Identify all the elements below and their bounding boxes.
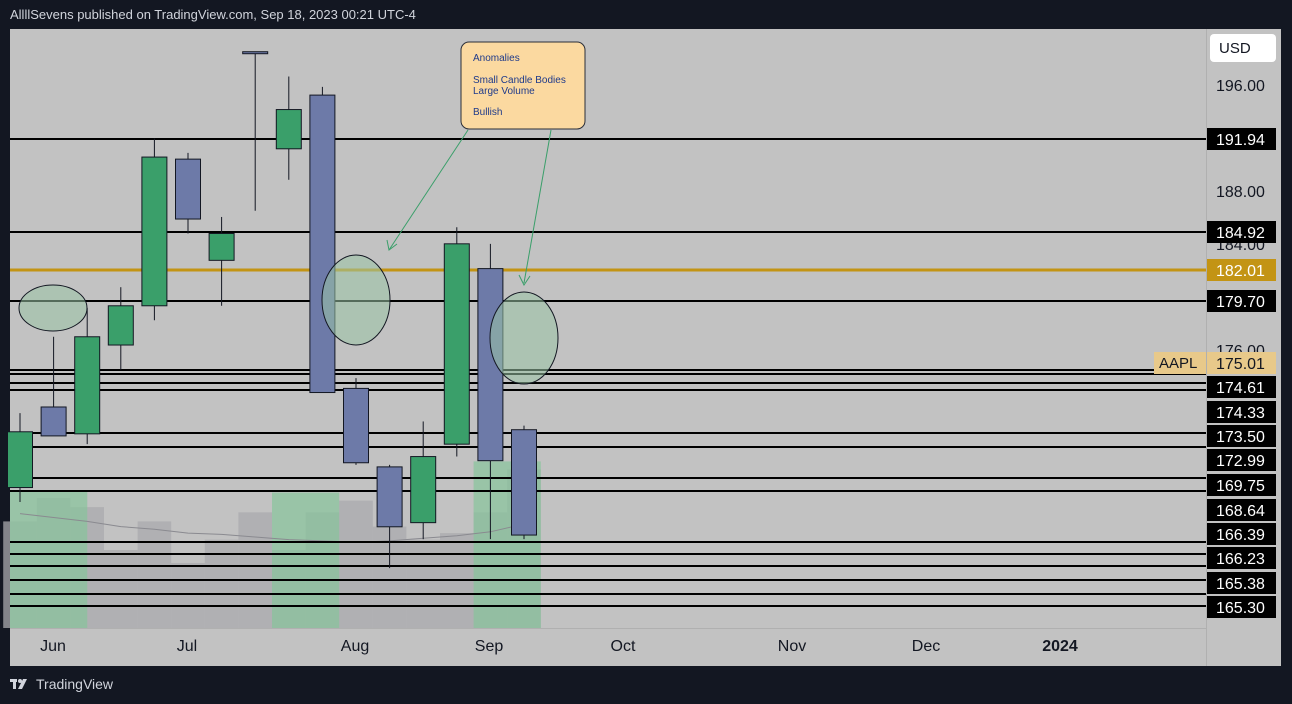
candle-body [511, 429, 537, 536]
annotation-line-3: Bullish [473, 107, 502, 118]
candle-body [242, 51, 269, 55]
candle-body [275, 109, 302, 150]
time-axis-tick: Dec [912, 638, 940, 655]
annotation-line-1: Small Candle Bodies [473, 75, 566, 86]
candlestick-chart[interactable]: Anomalies Small Candle Bodies Large Volu… [0, 0, 1292, 704]
candle-body [141, 156, 168, 307]
price-label: 174.61 [1216, 380, 1265, 397]
candle-body [40, 406, 67, 437]
volume-bar [238, 512, 272, 628]
price-label: 169.75 [1216, 478, 1265, 495]
currency-button[interactable]: USD [1210, 34, 1276, 62]
time-axis-tick: Oct [611, 638, 636, 655]
price-axis-tick: 196.00 [1216, 78, 1265, 95]
volume-bar [171, 563, 205, 628]
volume-highlight [272, 492, 340, 628]
candle-body [74, 336, 101, 435]
time-axis-tick: Nov [778, 638, 806, 655]
time-axis-ticks: Jun Jul Aug Sep Oct Nov Dec 2024 [40, 638, 1078, 655]
currency-label: USD [1219, 40, 1251, 57]
tradingview-footer[interactable]: TradingView [10, 676, 113, 692]
price-label: 174.33 [1216, 405, 1265, 422]
price-label: 182.01 [1216, 263, 1265, 280]
time-axis-tick: Aug [341, 638, 369, 655]
candle-body [208, 232, 235, 261]
volume-bar [104, 550, 138, 628]
price-axis-ticks: 196.00188.00184.00176.00 [1216, 78, 1265, 360]
volume-bar [406, 539, 440, 628]
volume-bar [204, 539, 239, 628]
price-label: 172.99 [1216, 453, 1265, 470]
volume-bar [137, 521, 172, 628]
candle-body [175, 158, 201, 220]
price-label: 166.39 [1216, 527, 1265, 544]
annotation-arrow-right [523, 129, 552, 284]
anomaly-ellipse [321, 254, 391, 346]
price-label: 191.94 [1216, 132, 1265, 149]
price-label: 184.92 [1216, 225, 1265, 242]
annotation-title: Anomalies [473, 53, 520, 64]
price-axis-tick: 188.00 [1216, 184, 1265, 201]
price-labels: 191.94 184.92 182.01 179.70 AAPL 175.01 174.61… [1154, 128, 1276, 618]
time-axis-tick: Jul [177, 638, 197, 655]
annotation-line-2: Large Volume [473, 86, 535, 97]
volume-highlight [10, 490, 88, 628]
price-label: 179.70 [1216, 294, 1265, 311]
candle-body [7, 431, 33, 489]
candle-body [410, 456, 437, 524]
price-label: 168.64 [1216, 503, 1265, 520]
volume-layer [3, 461, 541, 628]
volume-bar [339, 500, 373, 628]
candle-body [376, 466, 403, 528]
anomaly-ellipse [18, 284, 88, 332]
price-label: 165.30 [1216, 600, 1265, 617]
candle-body [443, 243, 470, 445]
candle-body [309, 94, 336, 394]
tradingview-logo-icon [10, 679, 27, 689]
time-axis-tick: 2024 [1042, 638, 1078, 655]
price-label: 165.38 [1216, 576, 1265, 593]
anomaly-ellipse [489, 291, 559, 385]
tradingview-brand: TradingView [36, 676, 114, 692]
time-axis-tick: Jun [40, 638, 66, 655]
candle-body [343, 387, 369, 464]
price-label: 175.01 [1216, 356, 1265, 373]
time-axis-tick: Sep [475, 638, 504, 655]
candle-body [107, 305, 134, 346]
annotation-layer: Anomalies Small Candle Bodies Large Volu… [386, 41, 586, 286]
price-label: 166.23 [1216, 551, 1265, 568]
price-label: 173.50 [1216, 429, 1265, 446]
symbol-label: AAPL [1159, 355, 1197, 372]
